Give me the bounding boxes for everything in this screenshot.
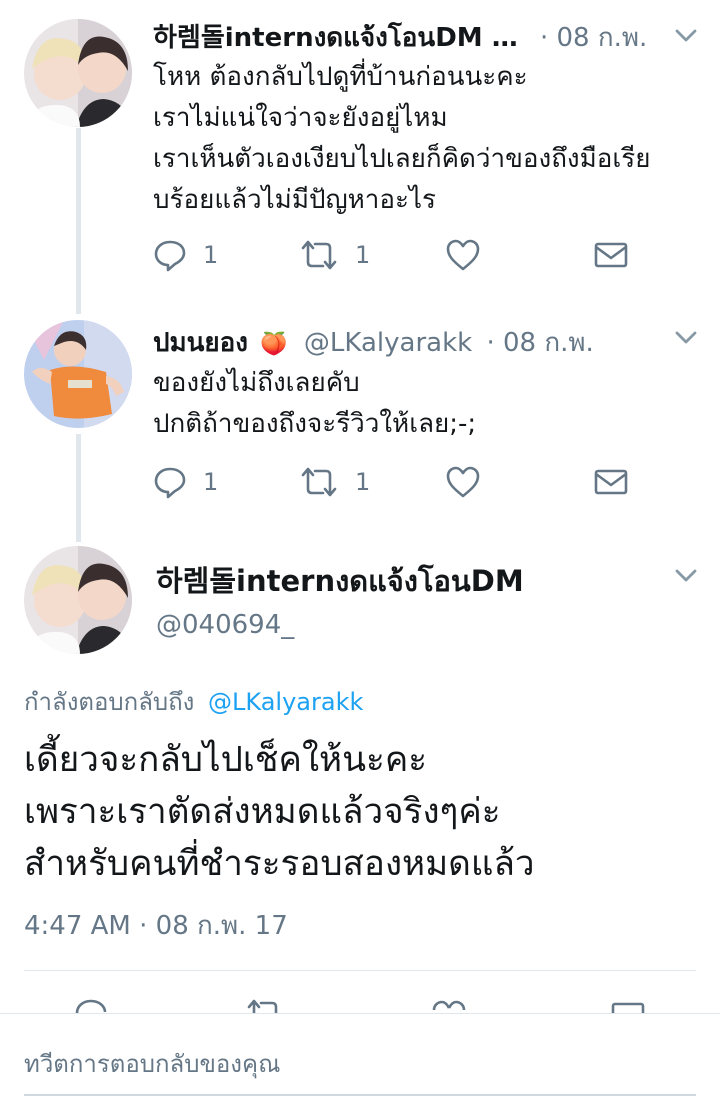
display-name[interactable]: 하렘돌internงดแจ้งโอนDM … <box>153 23 518 53</box>
separator-dot: · <box>539 23 549 53</box>
replying-to: กำลังตอบกลับถึง @LKalyarakk <box>24 682 363 721</box>
replying-to-label: กำลังตอบกลับถึง <box>24 688 195 716</box>
reply-icon[interactable] <box>73 999 109 1013</box>
avatar[interactable] <box>24 320 132 428</box>
retweet-button[interactable]: 1 <box>299 462 370 502</box>
reply-icon <box>154 240 186 272</box>
tweet-actions: 1 1 <box>153 462 633 502</box>
reply-count: 1 <box>203 468 219 496</box>
tweet-text: เดี้ยวจะกลับไปเช็คให้นะคะ เพราะเราตัดส่ง… <box>24 734 535 890</box>
tweet-text-line: โหห ต้องกลับไปดูที่บ้านก่อนนะคะ <box>153 62 528 92</box>
like-button[interactable] <box>445 235 481 275</box>
message-button[interactable] <box>593 462 629 502</box>
reply-icon <box>154 467 186 499</box>
peach-icon: 🍑 <box>260 332 288 357</box>
like-button[interactable] <box>445 462 481 502</box>
replying-to-link[interactable]: @LKalyarakk <box>208 688 363 716</box>
envelope-icon <box>594 242 628 268</box>
separator-dot: · <box>486 328 495 358</box>
reply-composer[interactable]: ทวีตการตอบกลับของคุณ <box>0 1013 720 1102</box>
tweet-text-line: เราเห็นตัวเองเงียบไปเลยก็คิดว่าของถึงมือ… <box>153 144 651 174</box>
retweet-button[interactable]: 1 <box>299 235 370 275</box>
tweet-date[interactable]: 08 ก.พ. <box>557 23 648 53</box>
display-name[interactable]: ปมนยอง <box>153 328 248 358</box>
avatar[interactable] <box>24 546 132 654</box>
envelope-icon[interactable] <box>610 1000 646 1013</box>
reply-count: 1 <box>203 241 219 269</box>
avatar[interactable] <box>24 19 132 127</box>
focused-tweet-actions <box>0 995 720 1013</box>
tweet-text-line: สำหรับคนที่ชำระรอบสองหมดแล้ว <box>24 844 535 884</box>
tweet-header: 하렘돌internงดแจ้งโอนDM … · 08 ก.พ. <box>153 17 647 58</box>
chevron-down-icon[interactable] <box>671 26 701 46</box>
message-button[interactable] <box>593 235 629 275</box>
reply-button[interactable]: 1 <box>153 462 218 502</box>
retweet-count: 1 <box>355 241 371 269</box>
thread-line <box>76 434 81 542</box>
thread-line <box>76 128 81 314</box>
reply-input-placeholder[interactable]: ทวีตการตอบกลับของคุณ <box>24 1044 280 1083</box>
retweet-icon <box>301 240 337 270</box>
heart-icon <box>446 466 480 498</box>
retweet-count: 1 <box>355 468 371 496</box>
divider <box>24 970 696 971</box>
retweet-icon[interactable] <box>245 997 285 1013</box>
envelope-icon <box>594 469 628 495</box>
tweet-text-line: ปกติถ้าของถึงจะรีวิวให้เลย;-; <box>153 409 477 439</box>
tweet-text-line: ของยังไม่ถึงเลยคับ <box>153 368 360 398</box>
heart-icon <box>446 239 480 271</box>
tweet-text-line: บร้อยแล้วไม่มีปัญหาอะไร <box>153 185 436 215</box>
user-handle[interactable]: @040694_ <box>156 610 294 640</box>
tweet-text-line: เราไม่แน่ใจว่าจะยังอยู่ไหม <box>153 103 448 133</box>
tweet-text: ของยังไม่ถึงเลยคับ ปกติถ้าของถึงจะรีวิวใ… <box>153 363 476 445</box>
tweet-text: โหห ต้องกลับไปดูที่บ้านก่อนนะคะ เราไม่แน… <box>153 57 650 221</box>
tweet-actions: 1 1 <box>153 235 633 275</box>
reply-input-underline <box>24 1094 696 1096</box>
heart-icon[interactable] <box>431 999 467 1013</box>
reply-button[interactable]: 1 <box>153 235 218 275</box>
tweet-text-line: เดี้ยวจะกลับไปเช็คให้นะคะ <box>24 740 428 780</box>
user-handle[interactable]: @LKalyarakk <box>304 328 472 358</box>
tweet-text-line: เพราะเราตัดส่งหมดแล้วจริงๆค่ะ <box>24 792 501 832</box>
chevron-down-icon[interactable] <box>671 566 701 586</box>
display-name[interactable]: 하렘돌internงดแจ้งโอนDM <box>156 558 524 604</box>
tweet-header: ปมนยอง 🍑 @LKalyarakk · 08 ก.พ. <box>153 322 594 363</box>
retweet-icon <box>301 467 337 497</box>
tweet-date[interactable]: 08 ก.พ. <box>503 328 594 358</box>
chevron-down-icon[interactable] <box>671 328 701 348</box>
tweet-timestamp[interactable]: 4:47 AM · 08 ก.พ. 17 <box>24 905 288 946</box>
